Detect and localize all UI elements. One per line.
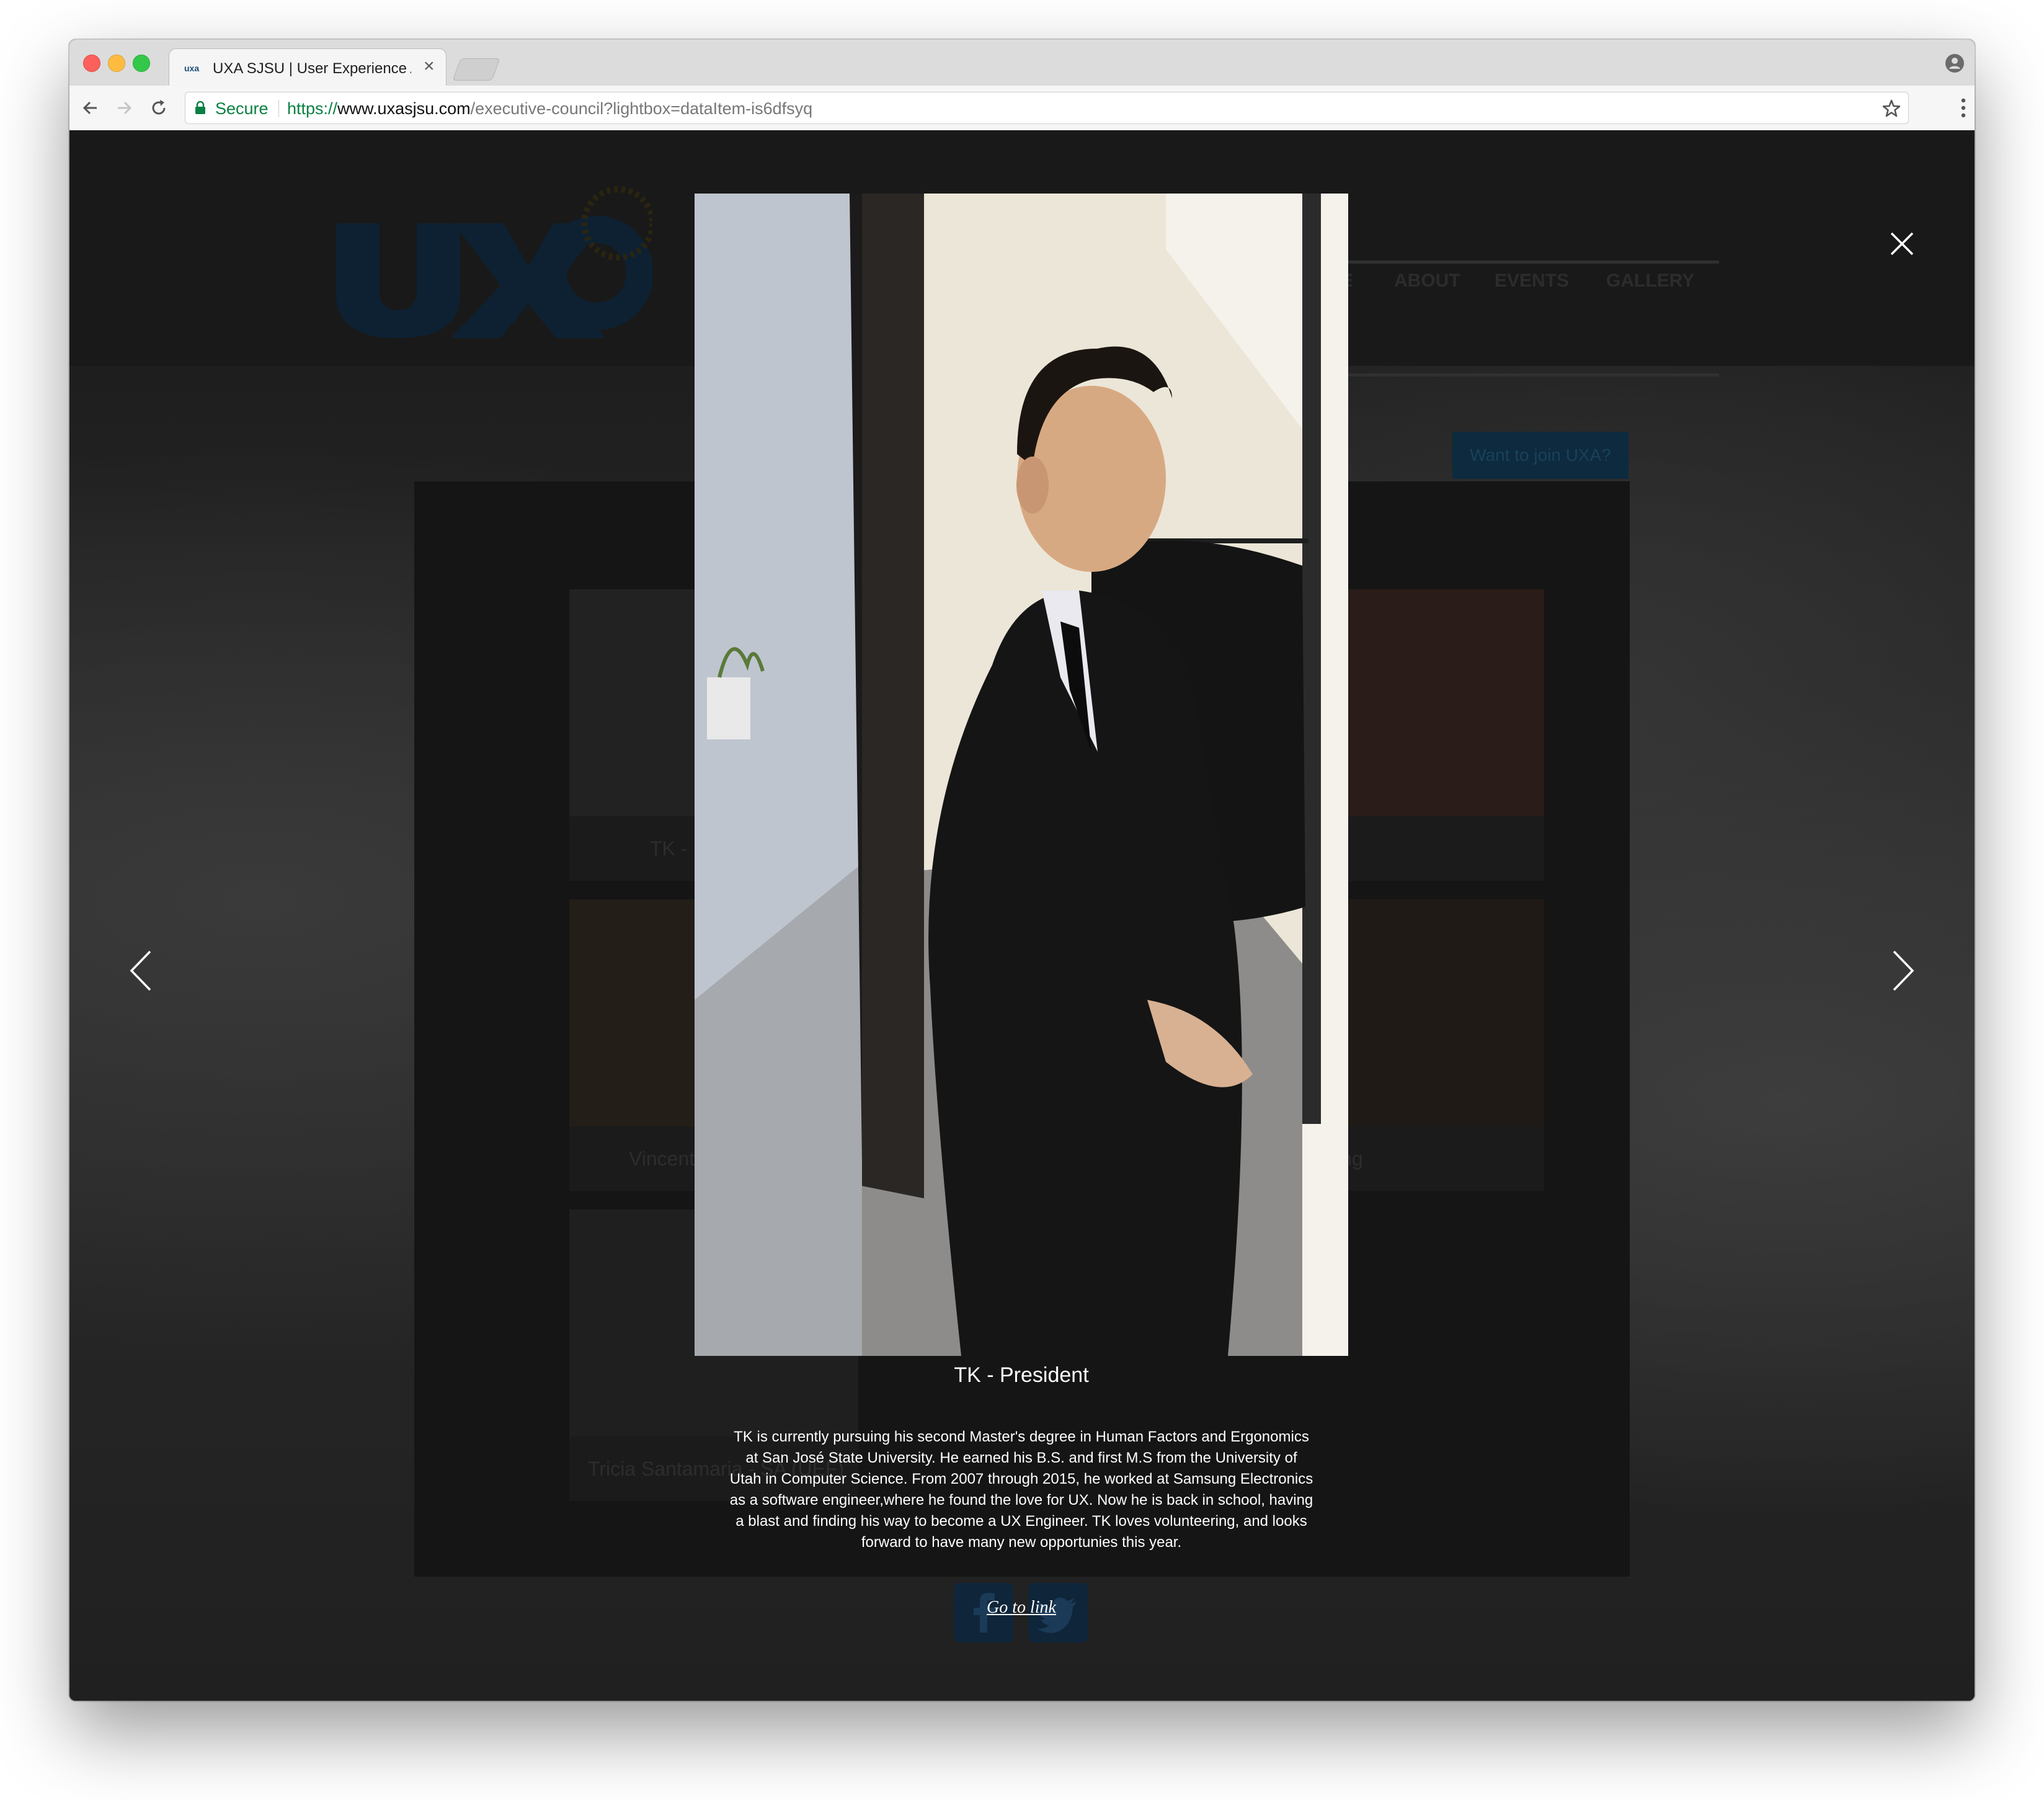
chevron-left-icon[interactable] [129, 949, 153, 992]
browser-toolbar: Secure https://www.uxasjsu.com/executive… [69, 86, 1975, 131]
lightbox-description: TK is currently pursuing his second Mast… [729, 1428, 1313, 1551]
lightbox-title: TK - President [954, 1363, 1089, 1387]
url-scheme: https:// [287, 99, 338, 118]
page-viewport: E ABOUT EVENTS GALLERY Want to join UXA?… [69, 130, 1975, 1701]
close-window-button[interactable] [83, 55, 100, 72]
browser-tab[interactable]: uxa UXA SJSU | User Experience A × [169, 48, 447, 87]
new-tab-button[interactable] [452, 58, 500, 81]
close-icon[interactable] [1888, 229, 1916, 258]
uxa-logo [336, 186, 652, 338]
nav-top-rule [1322, 261, 1719, 264]
nav-bottom-rule [1322, 373, 1719, 376]
profile-icon[interactable] [1945, 53, 1965, 73]
nav-item-gallery[interactable]: GALLERY [1606, 270, 1694, 292]
chevron-right-icon[interactable] [1891, 949, 1915, 992]
tab-close-icon[interactable]: × [424, 57, 435, 76]
favicon-text: uxa [184, 63, 199, 73]
secure-label: Secure [215, 99, 269, 118]
url-domain: www.uxasjsu.com [337, 99, 471, 118]
member-portrait [695, 194, 1348, 1356]
reload-icon[interactable] [148, 97, 170, 119]
forward-icon[interactable] [113, 97, 135, 119]
browser-window: uxa UXA SJSU | User Experience A × Secur… [69, 40, 1975, 1701]
url-divider [278, 100, 279, 117]
join-uxa-button[interactable]: Want to join UXA? [1452, 432, 1629, 479]
maximize-window-button[interactable] [133, 55, 150, 72]
nav-item-events[interactable]: EVENTS [1495, 270, 1569, 292]
browser-menu-icon[interactable] [1961, 97, 1966, 119]
url-text[interactable]: https://www.uxasjsu.com/executive-counci… [287, 99, 812, 118]
lock-icon [195, 100, 205, 114]
url-path: /executive-council?lightbox=dataItem-is6… [470, 99, 813, 118]
minimize-window-button[interactable] [108, 55, 125, 72]
bookmark-star-icon[interactable] [1881, 98, 1902, 119]
go-to-link[interactable]: Go to link [887, 1598, 1156, 1618]
uxa-favicon-icon: uxa [184, 63, 199, 73]
lightbox-photo [695, 194, 1348, 1356]
address-bar[interactable]: Secure https://www.uxasjsu.com/executive… [185, 92, 1909, 124]
tab-title: UXA SJSU | User Experience A [213, 60, 411, 77]
tab-bar: uxa UXA SJSU | User Experience A × [69, 40, 1975, 87]
back-icon[interactable] [79, 97, 102, 119]
nav-item-about[interactable]: ABOUT [1394, 270, 1460, 292]
